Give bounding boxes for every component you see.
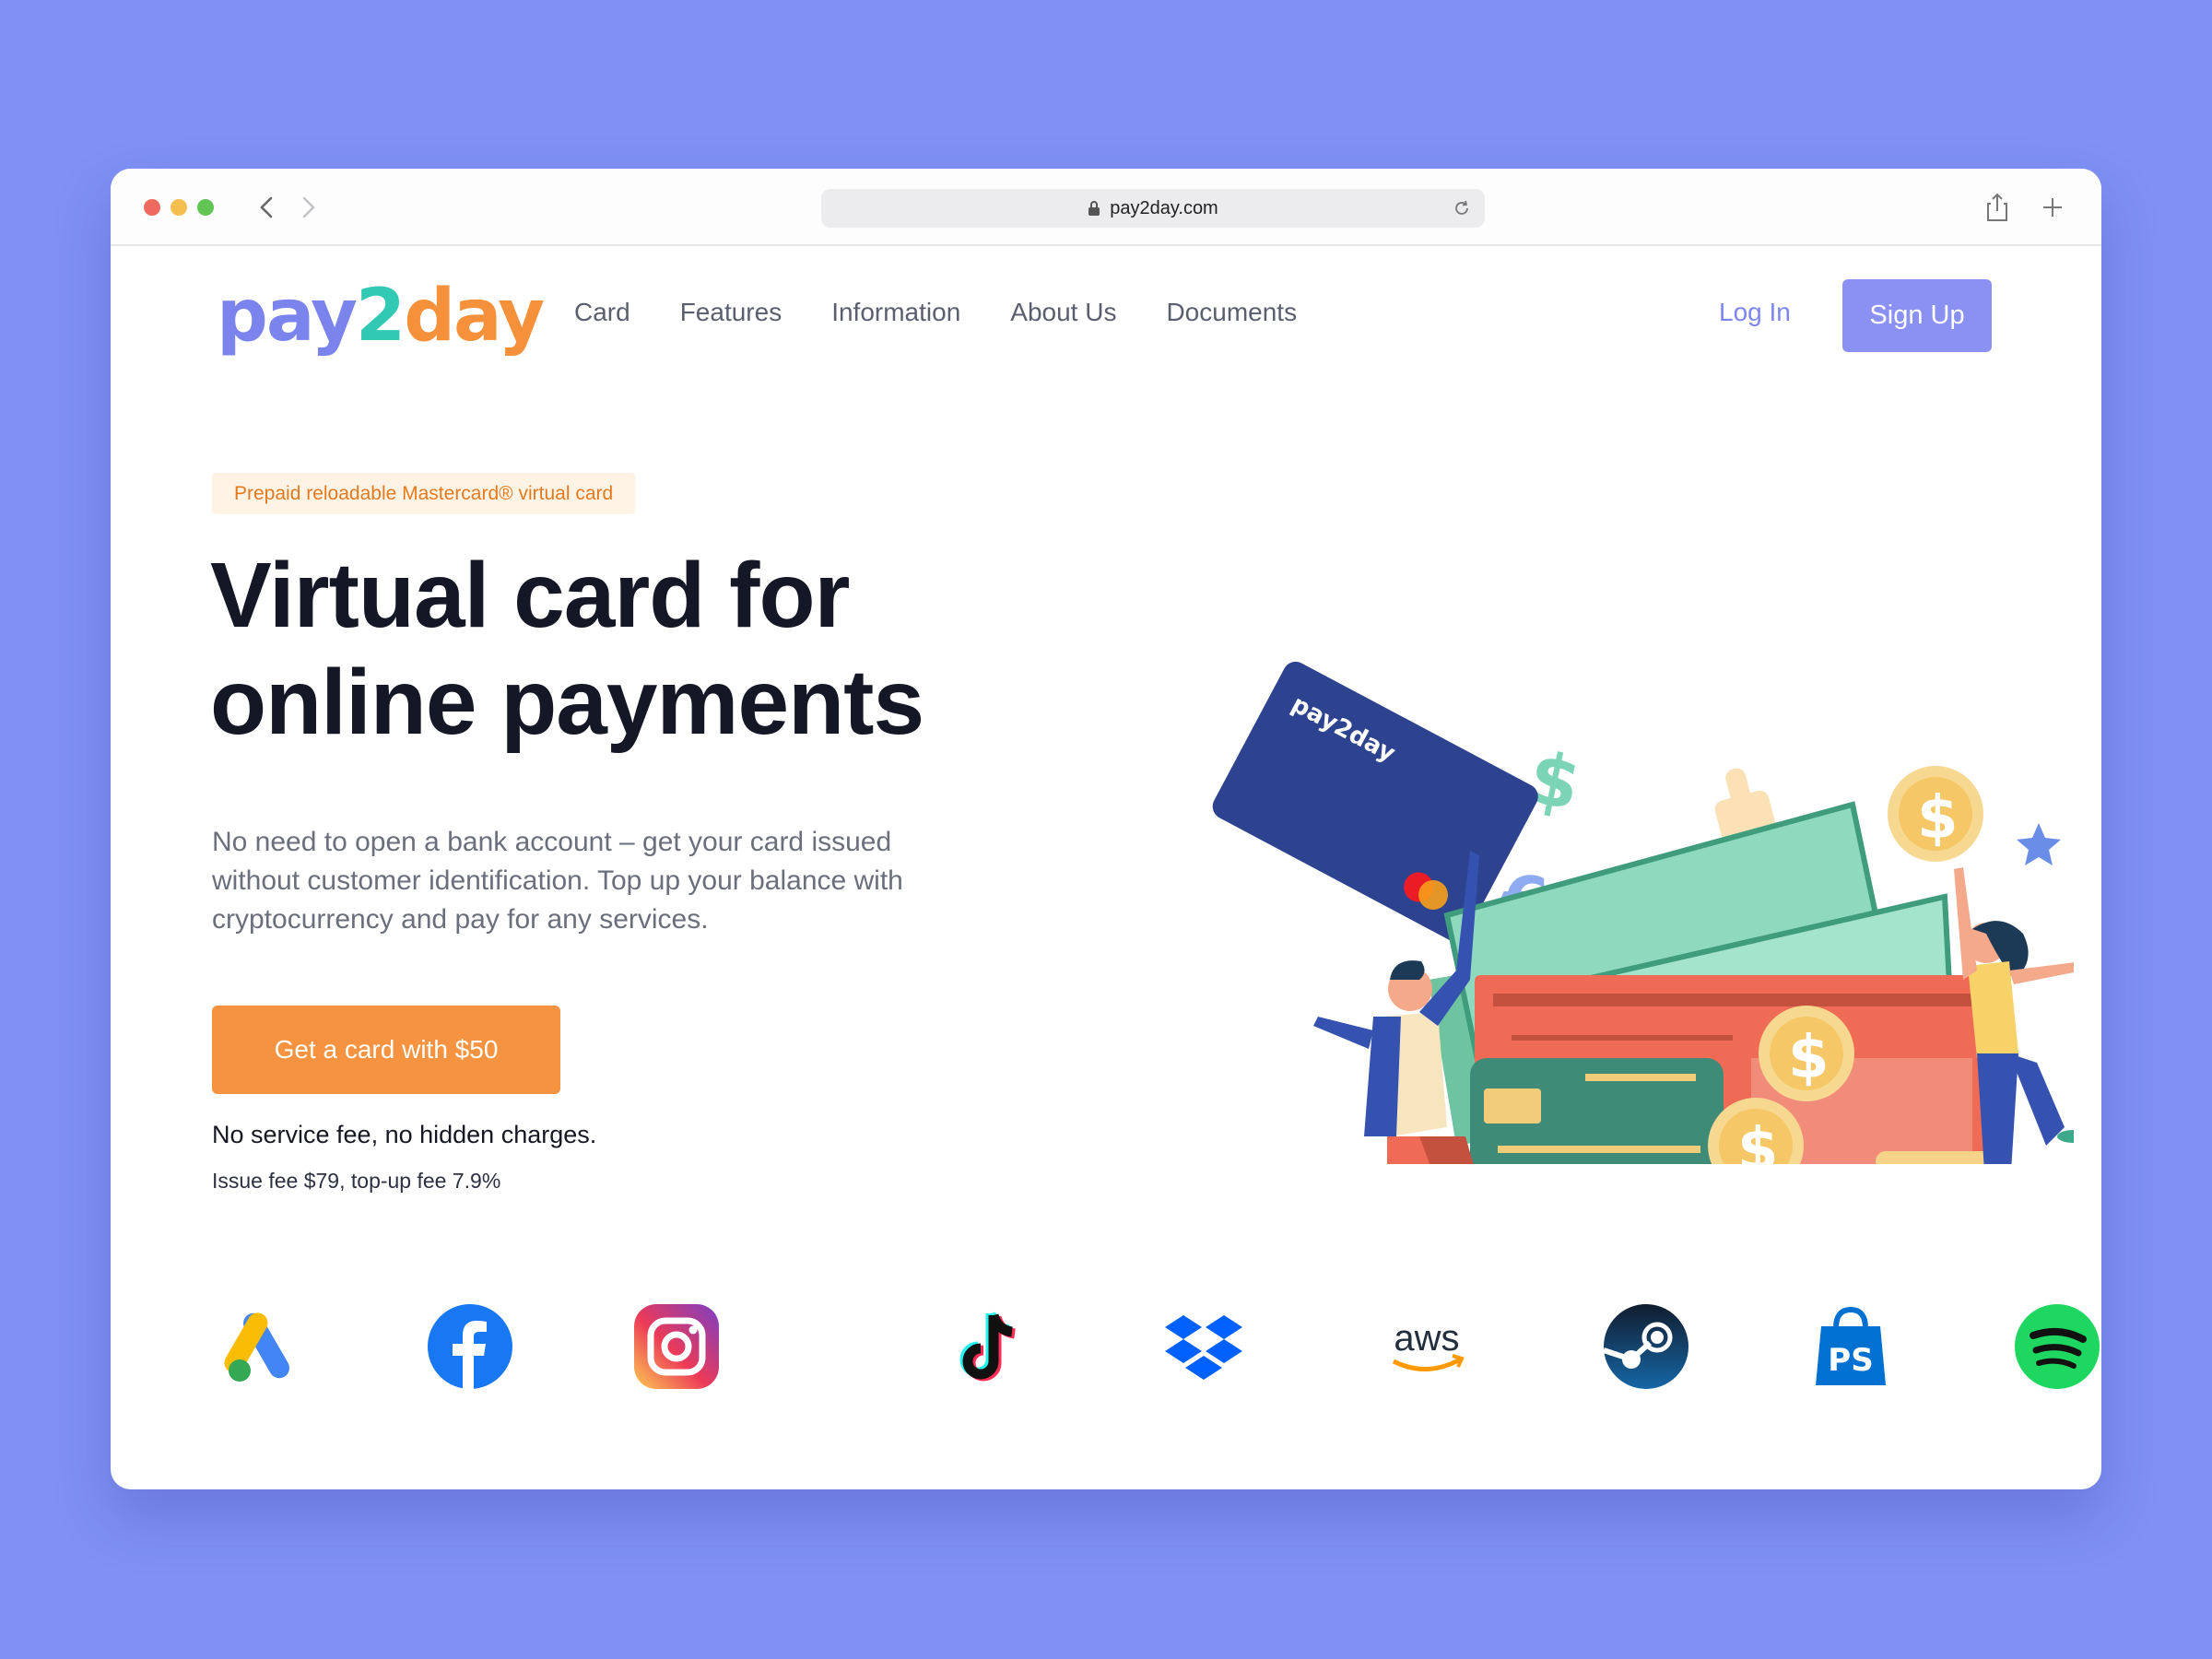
hero-illustration: $ € pay2day $ $ [1212,661,2074,1164]
logo-text-2: 2 [355,275,406,358]
product-badge: Prepaid reloadable Mastercard® virtual c… [212,473,636,514]
steam-icon [1602,1302,1690,1391]
svg-text:$: $ [1788,1024,1830,1092]
aws-icon: aws [1382,1302,1471,1391]
hero-description: No need to open a bank account – get you… [212,827,903,935]
pay2day-logo[interactable]: pay2day [217,275,545,358]
menu-item-information[interactable]: Information [831,298,960,327]
forward-arrow-icon[interactable] [295,191,321,224]
dollar-sign-icon: $ [1521,736,1587,828]
minimize-window-button[interactable] [171,199,187,216]
facebook-icon [426,1302,514,1391]
coin-icon: $ [1888,766,1983,862]
aws-text: aws [1394,1318,1459,1359]
tiktok-icon [946,1302,1034,1391]
signup-button[interactable]: Sign Up [1842,279,1992,352]
back-arrow-icon[interactable] [254,191,280,224]
svg-text:$: $ [1917,784,1959,853]
logo-text-day: day [404,275,545,358]
address-bar[interactable]: pay2day.com [821,189,1485,228]
dropbox-icon [1159,1302,1248,1391]
no-fee-note: No service fee, no hidden charges. [212,1121,597,1148]
login-link[interactable]: Log In [1719,298,1791,327]
menu-item-features[interactable]: Features [680,298,782,327]
google-ads-icon [221,1302,310,1391]
url-text: pay2day.com [1110,197,1218,218]
share-icon[interactable] [1982,191,2013,224]
svg-text:$: $ [1737,1116,1779,1164]
svg-text:PS: PS [1828,1342,1873,1379]
instagram-icon [632,1302,721,1391]
coin-icon: $ [1759,1006,1854,1101]
browser-toolbar: pay2day.com [111,169,2101,246]
lock-icon [1088,201,1100,216]
headline-line-2: online payments [210,651,924,754]
menu-item-card[interactable]: Card [574,298,630,327]
hero-headline: Virtual card for online payments [210,542,1040,756]
browser-window: pay2day.com pay2day Card Features Inform… [111,169,2101,1489]
menu-item-documents[interactable]: Documents [1166,298,1297,327]
reload-icon[interactable] [1452,198,1472,218]
main-menu: Card Features Information About Us Docum… [574,298,1297,327]
new-tab-icon[interactable] [2037,191,2068,224]
close-window-button[interactable] [144,199,160,216]
get-card-button[interactable]: Get a card with $50 [212,1006,560,1094]
spotify-icon [2013,1302,2101,1391]
playstation-store-icon: PS [1806,1302,1895,1391]
headline-line-1: Virtual card for [210,544,850,647]
menu-item-about-us[interactable]: About Us [1010,298,1116,327]
star-icon [2017,823,2061,865]
fees-note: Issue fee $79, top-up fee 7.9% [212,1169,501,1193]
maximize-window-button[interactable] [197,199,214,216]
logo-text-pay: pay [217,275,358,358]
